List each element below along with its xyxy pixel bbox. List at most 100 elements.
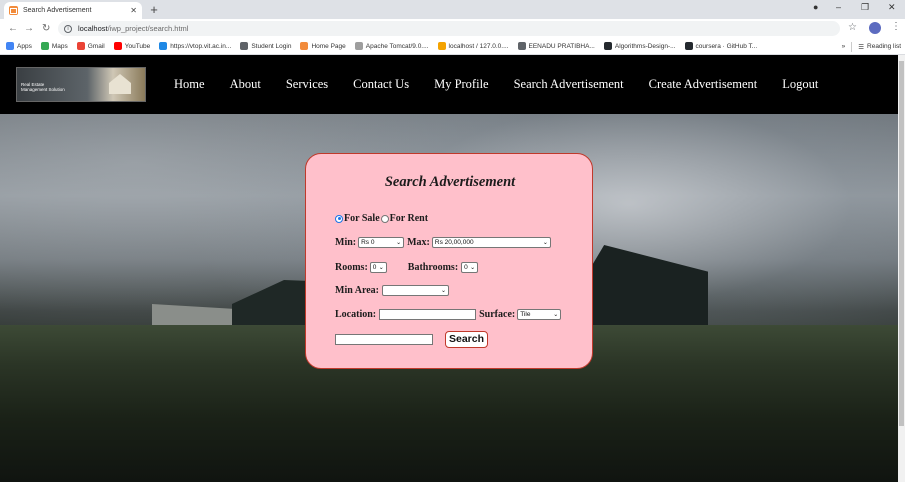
reading-list-icon[interactable]: ☰ [858,43,864,51]
search-form-card: Search Advertisement For Sale For Rent M… [305,153,593,369]
more-bookmarks-icon[interactable]: » [842,43,846,50]
bookmark-item[interactable]: Student Login [240,42,291,50]
location-row: Location: Surface: Tile ⌄ [335,309,562,320]
surface-label: Surface: [479,309,516,320]
for-sale-radio[interactable] [335,214,343,223]
globe-icon [240,42,249,50]
logo-text: Real Estate Management Solution [21,82,65,92]
apps-grid-icon [6,42,14,50]
bookmark-item[interactable]: EENADU PRATIBHA... [517,42,595,50]
max-price-label: Max: [407,237,430,248]
nav-create-advertisement[interactable]: Create Advertisement [649,77,758,92]
bookmark-item[interactable]: Apache Tomcat/9.0.... [354,42,429,50]
tab-title: Search Advertisement [23,7,92,14]
rooms-select[interactable]: 0 ⌄ [369,262,387,273]
site-navbar: Real Estate Management Solution Home Abo… [0,55,898,114]
bookmark-item[interactable]: YouTube [113,42,150,50]
nav-search-advertisement[interactable]: Search Advertisement [514,77,624,92]
bookmark-item[interactable]: localhost / 127.0.0.... [437,42,509,50]
github-icon [603,42,612,50]
search-row: Search [335,331,489,348]
bookmark-item[interactable]: https://vtop.vit.ac.in... [159,42,231,50]
minimize-icon[interactable]: – [836,2,841,12]
bathrooms-label: Bathrooms: [407,262,459,273]
browser-tab[interactable]: Search Advertisement ✕ [4,2,142,19]
min-area-row: Min Area: ⌄ [335,285,449,296]
maps-icon [40,42,49,50]
nav-my-profile[interactable]: My Profile [434,77,489,92]
gmail-icon [76,42,85,50]
bookmark-item[interactable]: Home Page [300,42,346,50]
bookmark-item[interactable]: Apps [6,42,32,50]
bookmark-item[interactable]: Gmail [76,42,105,50]
for-rent-radio[interactable] [380,214,389,223]
back-icon[interactable]: ← [8,22,18,35]
maximize-icon[interactable]: ❐ [861,2,869,13]
site-nav-links: Home About Services Contact Us My Profil… [174,77,843,92]
bookmark-item[interactable]: Maps [40,42,68,50]
bookmark-item[interactable]: coursera · GitHub T... [684,42,757,50]
nav-services[interactable]: Services [286,77,328,92]
house-icon [109,74,131,94]
max-price-select[interactable]: Rs 20,00,000 ⌄ [431,237,551,248]
min-area-label: Min Area: [335,285,379,296]
for-rent-label[interactable]: For Rent [390,213,428,224]
price-row: Min: Rs 0 ⌄ Max: Rs 20,00,000 ⌄ [335,237,551,248]
bookmarks-bar: Apps Maps Gmail YouTube https://vtop.vit… [0,38,905,55]
chevron-down-icon: ⌄ [542,240,548,246]
nav-logout[interactable]: Logout [782,77,818,92]
close-tab-icon[interactable]: ✕ [130,6,137,15]
browser-menu-icon[interactable]: ⋮ [891,21,901,32]
min-area-select[interactable]: ⌄ [381,285,449,296]
new-tab-icon[interactable]: + [147,3,161,17]
address-bar[interactable]: i localhost /iwp_project/search.html [58,21,840,36]
globe-icon [517,42,526,50]
home-page-icon [300,42,309,50]
listing-type-row: For Sale For Rent [335,213,428,224]
page-viewport: Real Estate Management Solution Home Abo… [0,55,898,482]
bookmark-star-icon[interactable]: ☆ [848,22,857,33]
min-price-select[interactable]: Rs 0 ⌄ [358,237,405,248]
search-input[interactable] [335,334,433,345]
forward-icon[interactable]: → [24,22,34,35]
browser-toolbar: ← → ↻ i localhost /iwp_project/search.ht… [0,19,905,38]
site-info-icon[interactable]: i [64,24,72,33]
location-label: Location: [335,309,377,320]
reading-list-label[interactable]: Reading list [867,43,901,50]
chevron-down-icon: ⌄ [396,240,402,246]
chevron-down-icon: ⌄ [470,265,476,271]
tomcat-icon [354,42,363,50]
vtop-icon [159,42,168,50]
nav-about[interactable]: About [230,77,261,92]
phpmyadmin-icon [437,42,446,50]
nav-home[interactable]: Home [174,77,205,92]
chevron-down-icon: ⌄ [440,288,446,294]
bookmark-item[interactable]: Algorithms-Design-... [603,42,676,50]
chevron-down-icon: ⌄ [378,265,384,271]
profile-dot-icon[interactable]: ● [813,2,818,12]
profile-avatar-icon[interactable] [869,22,881,34]
youtube-icon [113,42,122,50]
page-scrollbar[interactable] [898,55,905,482]
site-favicon-icon [9,6,18,15]
nav-contact-us[interactable]: Contact Us [353,77,409,92]
url-host: localhost [78,24,108,33]
scrollbar-thumb[interactable] [899,61,904,426]
rooms-label: Rooms: [335,262,368,273]
reload-icon[interactable]: ↻ [42,22,50,35]
github-icon [684,42,693,50]
search-button[interactable]: Search [445,331,489,348]
browser-tab-bar: Search Advertisement ✕ + ● – ❐ ✕ [0,0,905,19]
location-input[interactable] [379,309,477,320]
form-title: Search Advertisement [384,174,516,190]
surface-select[interactable]: Tile ⌄ [517,309,562,320]
rooms-row: Rooms: 0 ⌄ Bathrooms: 0 ⌄ [335,262,479,273]
bookmarks-divider [851,41,853,52]
site-logo[interactable]: Real Estate Management Solution [16,67,146,102]
min-price-label: Min: [335,237,357,248]
chevron-down-icon: ⌄ [553,312,559,318]
close-window-icon[interactable]: ✕ [888,2,896,13]
url-path: /iwp_project/search.html [107,24,189,33]
for-sale-label[interactable]: For Sale [344,213,380,224]
bathrooms-select[interactable]: 0 ⌄ [461,262,479,273]
